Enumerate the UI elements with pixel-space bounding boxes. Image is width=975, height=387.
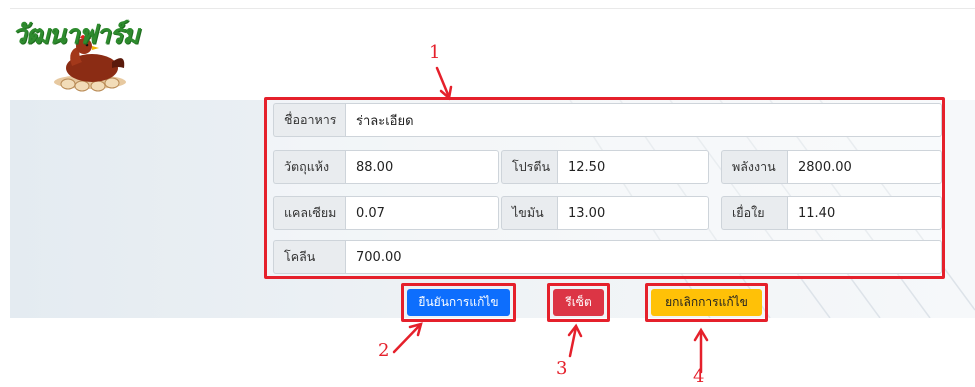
annotation-2: 2: [378, 340, 390, 361]
annotation-arrows: [392, 66, 709, 374]
annotation-1: 1: [429, 42, 441, 63]
annotation-4: 4: [693, 366, 705, 387]
annotation-3: 3: [556, 358, 568, 379]
